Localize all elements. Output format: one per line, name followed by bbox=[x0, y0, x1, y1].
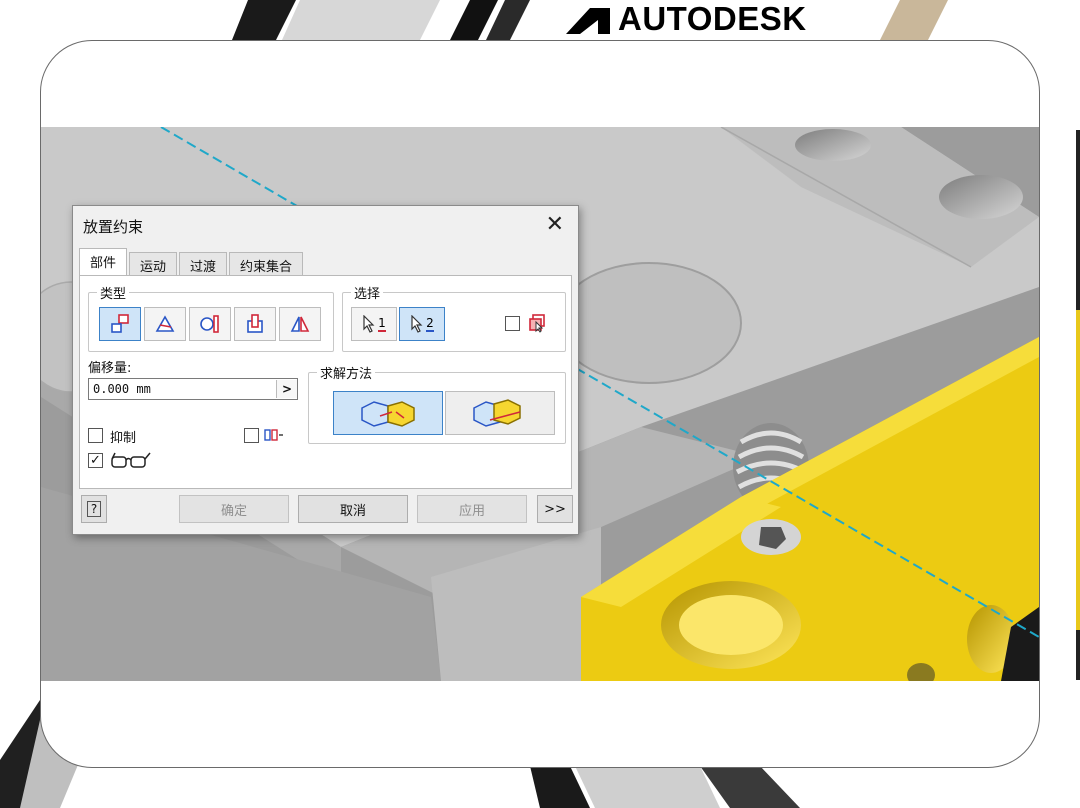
selection-1-label: 1 bbox=[378, 316, 386, 332]
offset-menu-arrow-icon[interactable]: > bbox=[276, 380, 297, 398]
show-preview-checkbox[interactable]: ✓ bbox=[88, 453, 103, 468]
symmetry-icon bbox=[290, 316, 310, 332]
suppress-checkbox[interactable] bbox=[88, 428, 103, 443]
offset-label: 偏移量: bbox=[88, 361, 132, 376]
dialog-tabs: 部件 运动 过渡 约束集合 bbox=[79, 248, 305, 277]
selection-2-button[interactable]: 2 bbox=[399, 307, 445, 341]
solution-group-label: 求解方法 bbox=[317, 363, 376, 382]
cursor-icon bbox=[411, 315, 423, 333]
autodesk-logo-mark-icon bbox=[566, 8, 610, 34]
mate-icon bbox=[111, 314, 129, 333]
selections-group: 选择 1 2 bbox=[342, 283, 566, 352]
assembly-tab-panel: 类型 选择 1 2 偏移量: 0.000 mm > 求解方法 抑制 ✓ bbox=[79, 275, 572, 489]
slide-edge-strip bbox=[1076, 130, 1080, 680]
symmetry-constraint-button[interactable] bbox=[279, 307, 321, 341]
tangent-icon bbox=[200, 315, 219, 333]
angle-constraint-button[interactable] bbox=[144, 307, 186, 341]
selection-1-button[interactable]: 1 bbox=[351, 307, 397, 341]
apply-button[interactable]: 应用 bbox=[417, 495, 527, 523]
pick-part-first-icon bbox=[529, 314, 545, 333]
type-group: 类型 bbox=[88, 283, 334, 352]
more-options-button[interactable]: >> bbox=[537, 495, 573, 523]
place-constraint-dialog: 放置约束 ✕ 部件 运动 过渡 约束集合 类型 选择 1 2 偏移量: 0.00… bbox=[72, 205, 579, 535]
mate-constraint-button[interactable] bbox=[99, 307, 141, 341]
ok-button[interactable]: 确定 bbox=[179, 495, 289, 523]
glasses-preview-icon bbox=[111, 452, 151, 468]
cursor-icon bbox=[363, 315, 375, 333]
solution-group: 求解方法 bbox=[308, 363, 566, 444]
insert-constraint-button[interactable] bbox=[234, 307, 276, 341]
selections-group-label: 选择 bbox=[351, 283, 384, 302]
selection-2-label: 2 bbox=[426, 316, 434, 332]
suppress-label: 抑制 bbox=[110, 431, 137, 446]
predict-offset-checkbox[interactable] bbox=[244, 428, 259, 443]
autodesk-logo: AUTODESK bbox=[566, 0, 807, 37]
dialog-title: 放置约束 bbox=[83, 218, 144, 236]
flush-solution-icon bbox=[473, 399, 521, 427]
mate-solution-icon bbox=[361, 401, 415, 427]
tab-constraint-set[interactable]: 约束集合 bbox=[229, 252, 304, 277]
tab-assembly[interactable]: 部件 bbox=[79, 248, 128, 277]
tangent-constraint-button[interactable] bbox=[189, 307, 231, 341]
tab-motion[interactable]: 运动 bbox=[129, 252, 178, 277]
cancel-button[interactable]: 取消 bbox=[298, 495, 408, 523]
insert-icon bbox=[247, 314, 263, 333]
predict-offset-icon bbox=[264, 429, 283, 441]
flush-solution-button[interactable] bbox=[445, 391, 555, 435]
angle-icon bbox=[155, 315, 175, 332]
pick-part-first-checkbox[interactable] bbox=[505, 316, 520, 331]
mate-solution-button[interactable] bbox=[333, 391, 443, 435]
help-icon: ? bbox=[86, 501, 102, 517]
offset-input[interactable]: 0.000 mm bbox=[88, 378, 298, 400]
type-group-label: 类型 bbox=[97, 283, 130, 302]
close-icon[interactable]: ✕ bbox=[546, 212, 564, 237]
help-button[interactable]: ? bbox=[81, 495, 107, 523]
tab-transitional[interactable]: 过渡 bbox=[179, 252, 228, 277]
brand-name: AUTODESK bbox=[618, 0, 807, 37]
